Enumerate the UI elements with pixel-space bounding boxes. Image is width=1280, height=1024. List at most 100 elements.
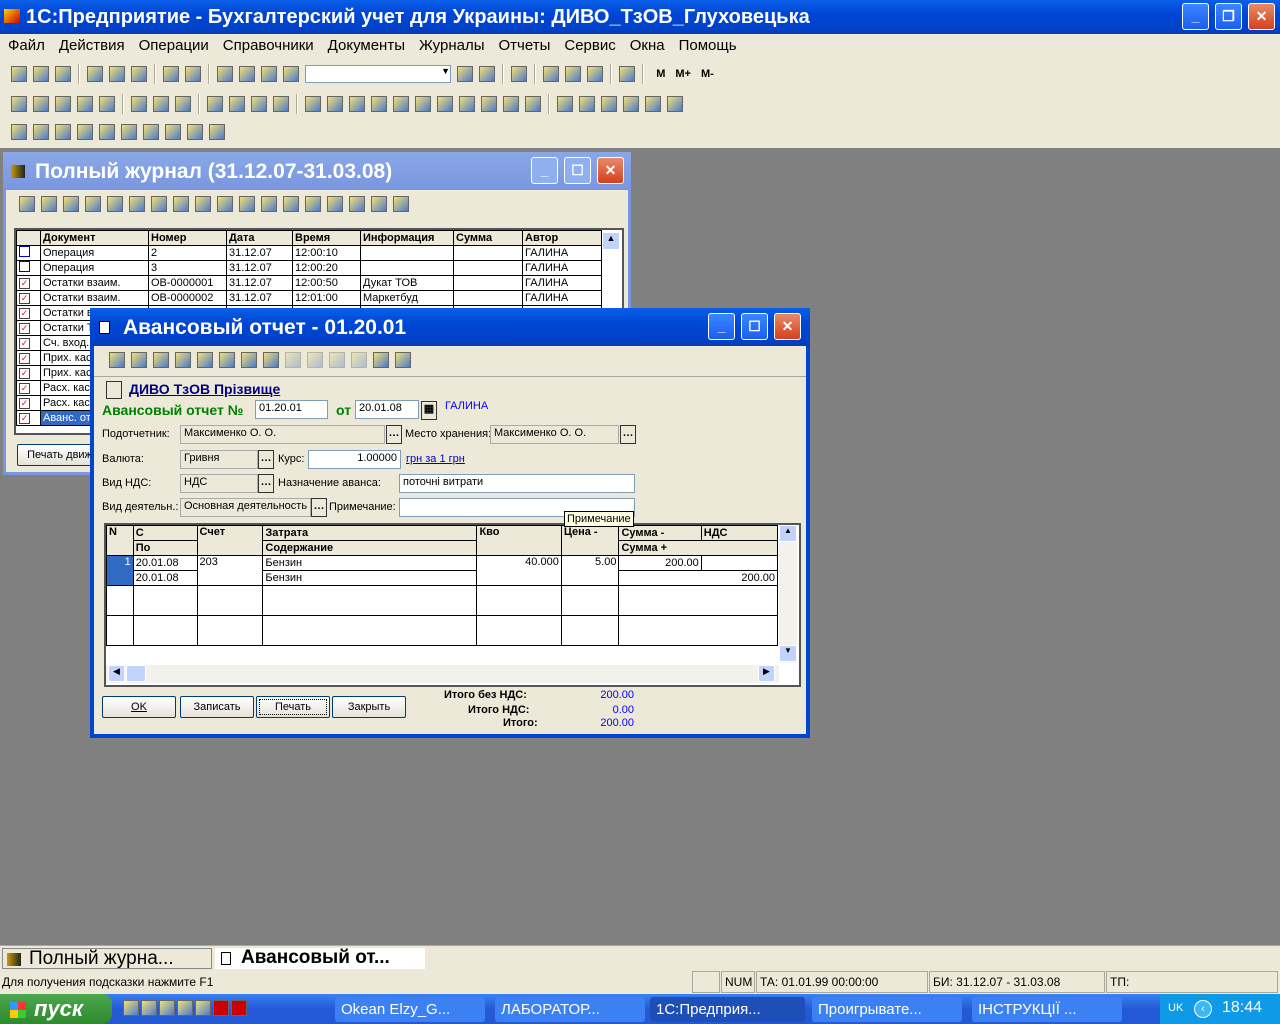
- whats-this-icon[interactable]: [395, 352, 411, 368]
- memory-minus-button[interactable]: M-: [701, 68, 714, 80]
- cell-sum-minus[interactable]: 200.00: [618, 555, 702, 571]
- preview-icon[interactable]: [185, 66, 201, 82]
- print-icon[interactable]: [163, 66, 179, 82]
- firm-link[interactable]: ДИВО ТзОВ Прізвище: [129, 381, 280, 397]
- new-doc-icon[interactable]: [19, 196, 35, 212]
- journal-row[interactable]: ✓ Остатки взаим. ОВ-0000002 31.12.07 12:01:0…: [16, 290, 602, 306]
- tool-icon[interactable]: [349, 196, 365, 212]
- media-player-icon[interactable]: [195, 1000, 211, 1016]
- menu-actions[interactable]: Действия: [59, 37, 125, 54]
- storage-field[interactable]: Максименко О. О.: [490, 425, 619, 444]
- tool-icon[interactable]: [645, 96, 661, 112]
- vat-type-field[interactable]: НДС: [180, 474, 258, 493]
- cell-price[interactable]: 5.00: [560, 555, 620, 586]
- journal-row[interactable]: Операция 2 31.12.07 12:00:10 ГАЛИНА: [16, 245, 602, 261]
- start-button[interactable]: пуск: [0, 994, 112, 1024]
- rate-link[interactable]: грн за 1 грн: [406, 453, 465, 465]
- cell-to[interactable]: 20.01.08: [132, 570, 198, 586]
- cell-from[interactable]: 20.01.08: [132, 555, 198, 571]
- tool-icon[interactable]: [241, 352, 257, 368]
- edit-icon[interactable]: [587, 66, 604, 82]
- col-time[interactable]: Время: [292, 230, 361, 246]
- doc-date-field[interactable]: 20.01.08: [355, 400, 419, 419]
- menu-journals[interactable]: Журналы: [419, 37, 485, 54]
- advance-minimize-button[interactable]: _: [708, 313, 735, 340]
- sort-asc-icon[interactable]: [329, 352, 345, 368]
- open-icon[interactable]: [33, 66, 49, 82]
- redo-icon[interactable]: [261, 66, 277, 82]
- tool-icon[interactable]: [77, 96, 93, 112]
- copy-row-icon[interactable]: [175, 352, 191, 368]
- cell-qty[interactable]: 40.000: [476, 555, 562, 586]
- menu-help[interactable]: Помощь: [679, 37, 737, 54]
- tool-icon[interactable]: [153, 96, 169, 112]
- view-icon[interactable]: [63, 196, 79, 212]
- tool-icon[interactable]: [251, 96, 267, 112]
- advance-title-bar[interactable]: Авансовый отчет - 01.20.01 _ ☐ ✕: [90, 308, 810, 346]
- journal-title-bar[interactable]: Полный журнал (31.12.07-31.03.08) _ ☐ ✕: [3, 152, 631, 190]
- copy-icon[interactable]: [107, 196, 123, 212]
- report-icon[interactable]: [187, 124, 203, 140]
- calendar-icon[interactable]: [565, 66, 582, 82]
- cell-account[interactable]: 203: [196, 555, 264, 586]
- col-info[interactable]: Информация: [360, 230, 454, 246]
- move-up-icon[interactable]: [285, 352, 301, 368]
- tab-journal[interactable]: Полный журна...: [2, 948, 212, 969]
- tool-icon[interactable]: [623, 96, 639, 112]
- dt-kt-icon[interactable]: [197, 352, 213, 368]
- podotchetnik-select-button[interactable]: …: [386, 425, 402, 444]
- edit-doc-icon[interactable]: [41, 196, 57, 212]
- find-icon[interactable]: [283, 66, 299, 82]
- report-icon[interactable]: [33, 124, 49, 140]
- grid-row[interactable]: 1 20.01.08 203 Бензин 40.000 5.00 200.00: [106, 555, 779, 586]
- activity-select-button[interactable]: …: [311, 498, 327, 517]
- tool-icon[interactable]: [175, 96, 191, 112]
- tool-icon[interactable]: [667, 96, 683, 112]
- add-row-icon[interactable]: [131, 352, 147, 368]
- tool-icon[interactable]: [99, 96, 115, 112]
- close-form-button[interactable]: Закрыть: [332, 696, 406, 718]
- chart-icon[interactable]: [209, 124, 225, 140]
- journal-minimize-button[interactable]: _: [531, 157, 558, 184]
- cell-sum-plus[interactable]: 200.00: [618, 570, 778, 586]
- help-icon[interactable]: [371, 196, 387, 212]
- restore-button[interactable]: ❐: [1215, 3, 1242, 30]
- memory-button[interactable]: M: [656, 68, 665, 80]
- tool-icon[interactable]: [579, 96, 595, 112]
- taskbar-item-word-doc[interactable]: ІНСТРУКЦІЇ ...: [972, 997, 1122, 1022]
- dt-kt-icon[interactable]: [283, 196, 299, 212]
- book-icon[interactable]: [619, 66, 636, 82]
- doc-number-field[interactable]: 01.20.01: [255, 400, 328, 419]
- menu-service[interactable]: Сервис: [564, 37, 615, 54]
- taskbar-item-folder-okean[interactable]: Okean Elzy_G...: [335, 997, 485, 1022]
- menu-windows[interactable]: Окна: [630, 37, 665, 54]
- tool-icon[interactable]: [415, 96, 431, 112]
- cell-content[interactable]: Бензин: [262, 570, 478, 586]
- menu-operations[interactable]: Операции: [139, 37, 209, 54]
- journal-row[interactable]: Операция 3 31.12.07 12:00:20 ГАЛИНА: [16, 260, 602, 276]
- col-number[interactable]: Номер: [148, 230, 227, 246]
- journal-maximize-button[interactable]: ☐: [564, 157, 591, 184]
- tool-icon[interactable]: [131, 96, 147, 112]
- cell-cost[interactable]: Бензин: [262, 555, 478, 571]
- purpose-field[interactable]: поточні витрати: [399, 474, 635, 493]
- interval-icon[interactable]: [151, 196, 167, 212]
- paste-icon[interactable]: [131, 66, 147, 82]
- tool-icon[interactable]: [195, 196, 211, 212]
- cut-icon[interactable]: [87, 66, 103, 82]
- delete-row-icon[interactable]: [153, 352, 169, 368]
- report-icon[interactable]: [121, 124, 137, 140]
- undo-icon[interactable]: [239, 66, 255, 82]
- report-icon[interactable]: [77, 124, 93, 140]
- tool-icon[interactable]: [261, 196, 277, 212]
- find-prev-icon[interactable]: [479, 66, 496, 82]
- menu-documents[interactable]: Документы: [328, 37, 405, 54]
- tool-icon[interactable]: [327, 196, 343, 212]
- tool-icon[interactable]: [557, 96, 573, 112]
- save-button[interactable]: Записать: [180, 696, 254, 718]
- currency-field[interactable]: Гривня: [180, 450, 258, 469]
- firm-select-button[interactable]: [106, 381, 122, 399]
- journal-icon[interactable]: [11, 96, 27, 112]
- tool-icon[interactable]: [33, 96, 49, 112]
- advance-maximize-button[interactable]: ☐: [741, 313, 768, 340]
